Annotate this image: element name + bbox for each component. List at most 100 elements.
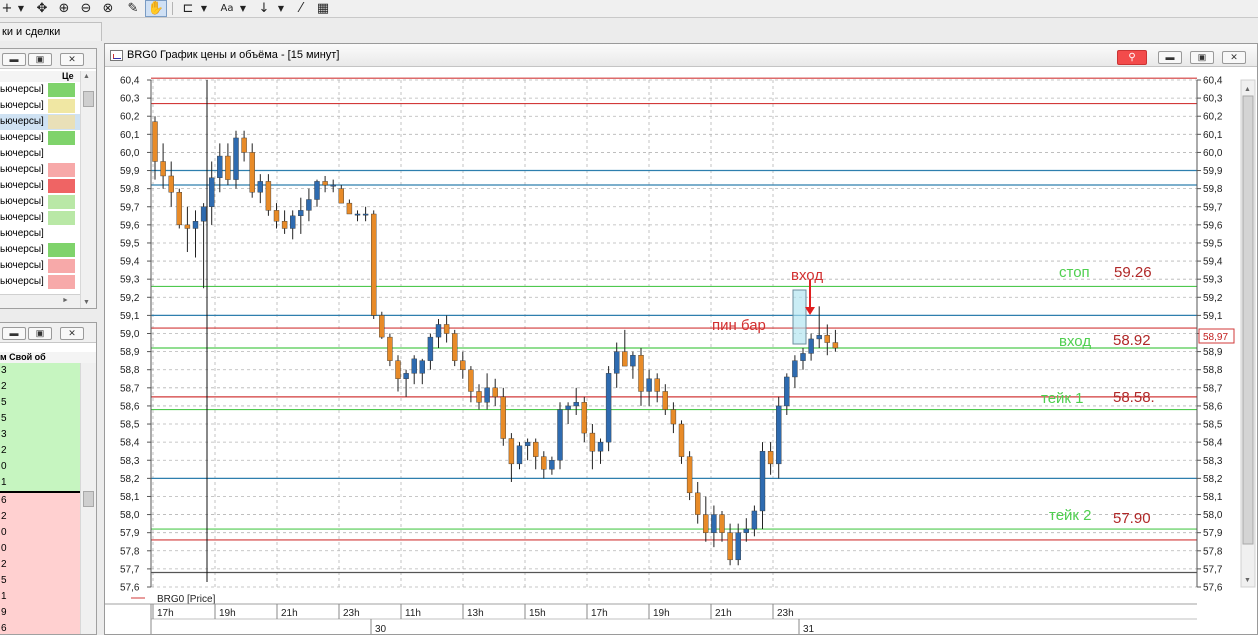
entry-value: 58.92: [1113, 332, 1151, 349]
last-price-value: 58,97: [1203, 332, 1228, 343]
quote-row[interactable]: ьючерсы]: [0, 274, 80, 290]
quote-row[interactable]: ьючерсы]: [0, 242, 80, 258]
y-tick-label: 57,7: [120, 564, 140, 575]
candle-body: [549, 460, 555, 470]
quote-row[interactable]: ьючерсы]: [0, 82, 80, 98]
trades-tab[interactable]: ки и сделки: [0, 22, 102, 41]
scroll-up-icon[interactable]: ▲: [83, 73, 90, 80]
orderbook-row[interactable]: 5: [0, 395, 80, 411]
font-icon[interactable]: Aa: [217, 0, 237, 17]
price-change-cell: [48, 131, 75, 145]
orderbook-row[interactable]: 2: [0, 509, 80, 525]
orderbook-row[interactable]: 1: [0, 475, 80, 491]
orderbook-row[interactable]: 6: [0, 493, 80, 509]
quote-row[interactable]: ьючерсы]: [0, 114, 80, 130]
scroll-down-icon[interactable]: ▼: [1244, 577, 1251, 584]
layers-icon[interactable]: ▦: [313, 0, 333, 17]
y-axis-left: 57,6 57,7 57,8 57,9 58,0 58,1 58,2 58,3 58,4 58,5…: [120, 76, 151, 594]
candle-body: [605, 373, 612, 443]
price-change-cell: [48, 147, 75, 161]
orderbook-row[interactable]: 0: [0, 525, 80, 541]
orderbook-scrollbar[interactable]: [80, 363, 96, 634]
close-icon[interactable]: ✕: [60, 53, 84, 66]
orderbook-row[interactable]: 5: [0, 573, 80, 589]
quotes-hscrollbar[interactable]: ►: [0, 294, 80, 308]
orderbook-row[interactable]: 2: [0, 557, 80, 573]
price-change-cell: [48, 227, 75, 241]
orderbook-panel-titlebar: ▬ ▣ ✕: [0, 323, 96, 343]
move-icon[interactable]: ✥: [33, 0, 51, 17]
quote-row[interactable]: ьючерсы]: [0, 258, 80, 274]
orderbook-row[interactable]: 9: [0, 605, 80, 621]
y-tick-label: 60,4: [1203, 76, 1223, 87]
candle-body: [824, 335, 830, 343]
orderbook-row[interactable]: 5: [0, 411, 80, 427]
scroll-down-icon[interactable]: ▼: [83, 299, 90, 306]
candle-body: [711, 514, 717, 533]
orderbook-row[interactable]: 2: [0, 443, 80, 459]
crop-icon[interactable]: ⊏: [178, 0, 198, 17]
quote-row-label: ьючерсы]: [0, 148, 44, 159]
y-tick-label: 59,7: [1203, 202, 1223, 213]
quote-row[interactable]: ьючерсы]: [0, 98, 80, 114]
zoom-out-icon[interactable]: ⊖: [77, 0, 95, 17]
candle-body: [597, 441, 604, 452]
close-icon[interactable]: ✕: [60, 327, 84, 340]
candle-body: [184, 224, 191, 229]
quote-row[interactable]: ьючерсы]: [0, 226, 80, 242]
candle-body: [832, 342, 839, 349]
x-tick-label: 21h: [281, 608, 298, 619]
y-tick-label: 60,1: [120, 130, 140, 141]
x-tick-label: 15h: [529, 608, 546, 619]
orderbook-row[interactable]: 0: [0, 459, 80, 475]
entry-label: вход: [1059, 333, 1091, 350]
zoom-in-icon[interactable]: ⊕: [55, 0, 73, 17]
scroll-thumb[interactable]: [83, 91, 94, 107]
quote-row[interactable]: ьючерсы]: [0, 130, 80, 146]
y-tick-label: 59,4: [120, 257, 140, 268]
hand-icon[interactable]: ✋: [145, 0, 167, 17]
quote-row[interactable]: ьючерсы]: [0, 146, 80, 162]
quote-row[interactable]: ьючерсы]: [0, 194, 80, 210]
pen-icon[interactable]: ✎: [124, 0, 142, 17]
y-tick-label: 58,2: [1203, 474, 1223, 485]
scroll-up-icon[interactable]: ▲: [1244, 86, 1251, 93]
quote-row[interactable]: ьючерсы]: [0, 210, 80, 226]
candle-body: [743, 528, 749, 533]
price-chart[interactable]: 57,6 57,7 57,8 57,9 58,0 58,1 58,2 58,3 58,4 58,5…: [105, 44, 1257, 634]
quote-row[interactable]: ьючерсы]: [0, 178, 80, 194]
y-tick-label: 58,5: [1203, 420, 1223, 431]
orderbook-row[interactable]: 0: [0, 541, 80, 557]
chevron-down-icon[interactable]: ▼: [199, 0, 209, 17]
minimize-icon[interactable]: ▬: [2, 53, 26, 66]
arrow-down-icon[interactable]: ↓: [255, 0, 273, 17]
stop-value: 59.26: [1114, 264, 1152, 281]
maximize-icon[interactable]: ▣: [28, 327, 52, 340]
orderbook-row[interactable]: 3: [0, 427, 80, 443]
minimize-icon[interactable]: ▬: [2, 327, 26, 340]
orderbook-row[interactable]: 2: [0, 379, 80, 395]
orderbook-row[interactable]: 3: [0, 363, 80, 379]
maximize-icon[interactable]: ▣: [28, 53, 52, 66]
candle-body: [233, 137, 239, 180]
main-toolbar: + ▼ ✥ ⊕ ⊖ ⊗ ✎ ✋ ⊏ ▼ Aa ▼ ↓ ▼ ⁄ ▦: [0, 0, 1258, 18]
orderbook-row[interactable]: 1: [0, 589, 80, 605]
scroll-right-icon[interactable]: ►: [62, 297, 69, 304]
plus-icon[interactable]: +: [0, 0, 14, 17]
reset-zoom-icon[interactable]: ⊗: [99, 0, 117, 17]
candle-body: [371, 213, 377, 316]
candle-body: [217, 155, 223, 178]
y-tick-label: 59,8: [1203, 184, 1223, 195]
chart-scroll-thumb[interactable]: [1242, 95, 1254, 545]
candle-body: [646, 378, 652, 392]
quotes-scrollbar[interactable]: ▲ ▼: [80, 71, 96, 308]
candle-body: [622, 351, 628, 367]
chevron-down-icon[interactable]: ▼: [14, 0, 28, 17]
chevron-down-icon[interactable]: ▼: [276, 0, 286, 17]
magic-icon[interactable]: ⁄: [292, 0, 310, 17]
chevron-down-icon[interactable]: ▼: [238, 0, 248, 17]
scroll-thumb[interactable]: [83, 491, 94, 507]
orderbook-row[interactable]: 6: [0, 621, 80, 634]
candle-body: [557, 409, 563, 461]
quote-row[interactable]: ьючерсы]: [0, 162, 80, 178]
